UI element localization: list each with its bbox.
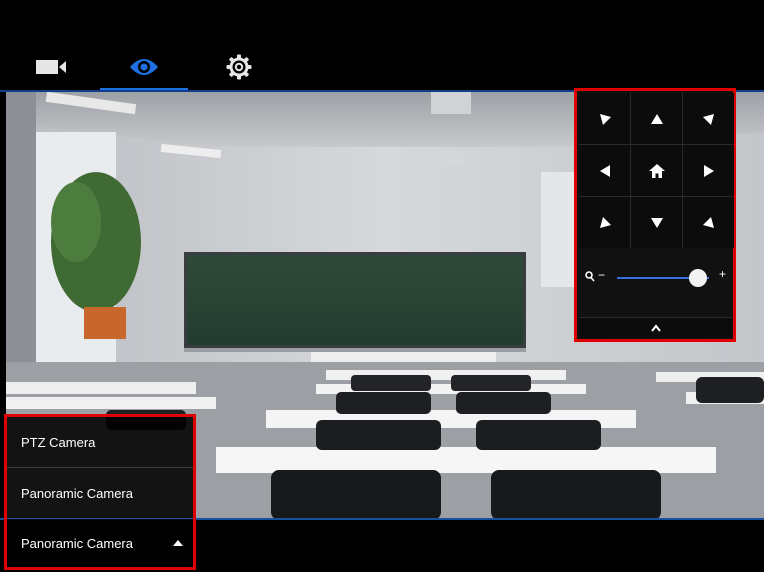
gear-icon (226, 54, 252, 80)
top-toolbar (0, 0, 764, 92)
camera-option-label: PTZ Camera (21, 434, 96, 450)
zoom-slider-knob[interactable] (688, 269, 707, 287)
selected-camera-label: Panoramic Camera (21, 535, 133, 551)
ptz-direction-pad (579, 93, 734, 248)
tab-view[interactable] (100, 44, 188, 90)
camera-select-menu: PTZ Camera Panoramic Camera Panoramic Ca… (4, 414, 196, 570)
tab-settings[interactable] (195, 44, 283, 90)
ptz-down-right-button[interactable] (683, 197, 734, 248)
arrow-down-right-icon (702, 216, 714, 228)
ptz-up-button[interactable] (631, 93, 682, 144)
arrow-up-left-icon (599, 113, 611, 125)
ptz-left-button[interactable] (579, 145, 630, 196)
ptz-up-right-button[interactable] (683, 93, 734, 144)
zoom-control: − + (579, 251, 732, 303)
tab-camera[interactable] (8, 44, 96, 90)
arrow-up-right-icon (702, 113, 714, 125)
magnifier-icon (585, 271, 595, 282)
arrow-down-left-icon (599, 216, 611, 228)
caret-up-icon (173, 540, 183, 546)
ptz-down-button[interactable] (631, 197, 682, 248)
camera-option-label: Panoramic Camera (21, 485, 133, 501)
ptz-down-left-button[interactable] (579, 197, 630, 248)
camera-option-panoramic[interactable]: Panoramic Camera (7, 468, 193, 519)
ptz-up-left-button[interactable] (579, 93, 630, 144)
arrow-right-icon (703, 164, 714, 177)
ptz-collapse-button[interactable] (579, 317, 732, 338)
arrow-up-icon (650, 113, 663, 124)
zoom-out-button[interactable]: − (598, 268, 605, 282)
zoom-in-button[interactable]: + (719, 267, 726, 281)
arrow-left-icon (599, 164, 610, 177)
ptz-control-panel: − + (574, 88, 736, 342)
eye-icon (130, 59, 158, 75)
ptz-right-button[interactable] (683, 145, 734, 196)
camera-option-ptz[interactable]: PTZ Camera (7, 417, 193, 468)
arrow-down-icon (650, 217, 663, 228)
ptz-home-button[interactable] (631, 145, 682, 196)
video-camera-icon (36, 60, 66, 74)
camera-selector[interactable]: Panoramic Camera (7, 519, 193, 567)
chevron-up-icon (650, 324, 661, 332)
home-icon (648, 163, 665, 178)
